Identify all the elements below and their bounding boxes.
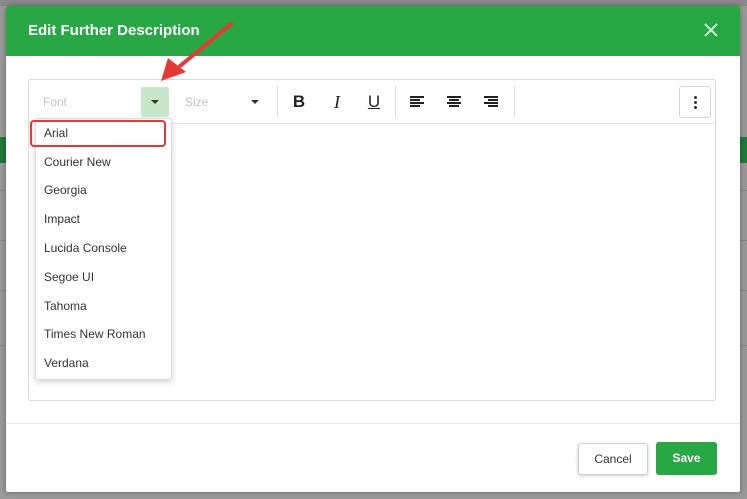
font-option[interactable]: Lucida Console [36,234,171,262]
align-left-icon [410,96,424,108]
more-vertical-icon [694,101,697,104]
size-select-placeholder: Size [185,95,209,109]
size-select[interactable]: Size [177,87,267,117]
font-option[interactable]: Verdana [36,349,171,377]
font-dropdown-toggle[interactable] [141,87,169,117]
dialog-header: Edit Further Description [6,6,740,56]
align-center-icon [447,96,461,108]
font-dropdown-menu: Arial Courier New Georgia Impact Lucida … [35,118,172,380]
more-options-button[interactable] [679,86,711,118]
font-option[interactable]: Impact [36,205,171,233]
dialog-title: Edit Further Description [28,22,200,39]
more-vertical-icon [694,96,697,99]
font-option[interactable]: Times New Roman [36,320,171,348]
save-button[interactable]: Save [656,442,717,475]
font-select-placeholder: Font [43,95,68,109]
font-option[interactable]: Tahoma [36,292,171,320]
font-option[interactable]: Georgia [36,176,171,204]
backdrop-green-band-right [740,137,747,163]
toolbar-separator [395,86,396,118]
align-right-icon [484,96,498,108]
align-center-button[interactable] [440,88,468,116]
bold-button[interactable]: B [285,88,313,116]
caret-down-icon [251,100,259,104]
font-option[interactable]: Courier New [36,148,171,176]
footer-divider [6,423,740,424]
close-icon[interactable] [700,19,722,41]
align-right-button[interactable] [477,88,505,116]
align-left-button[interactable] [403,88,431,116]
toolbar-separator [277,86,278,118]
close-icon [704,23,718,37]
annotation-highlight-box [30,120,166,147]
italic-button[interactable]: I [323,88,351,116]
underline-button[interactable]: U [360,88,388,116]
cancel-button[interactable]: Cancel [578,443,648,475]
caret-down-icon [151,100,159,104]
toolbar-separator [514,86,515,118]
more-vertical-icon [694,106,697,109]
font-select[interactable]: Font [35,87,169,117]
font-option[interactable]: Segoe UI [36,263,171,291]
